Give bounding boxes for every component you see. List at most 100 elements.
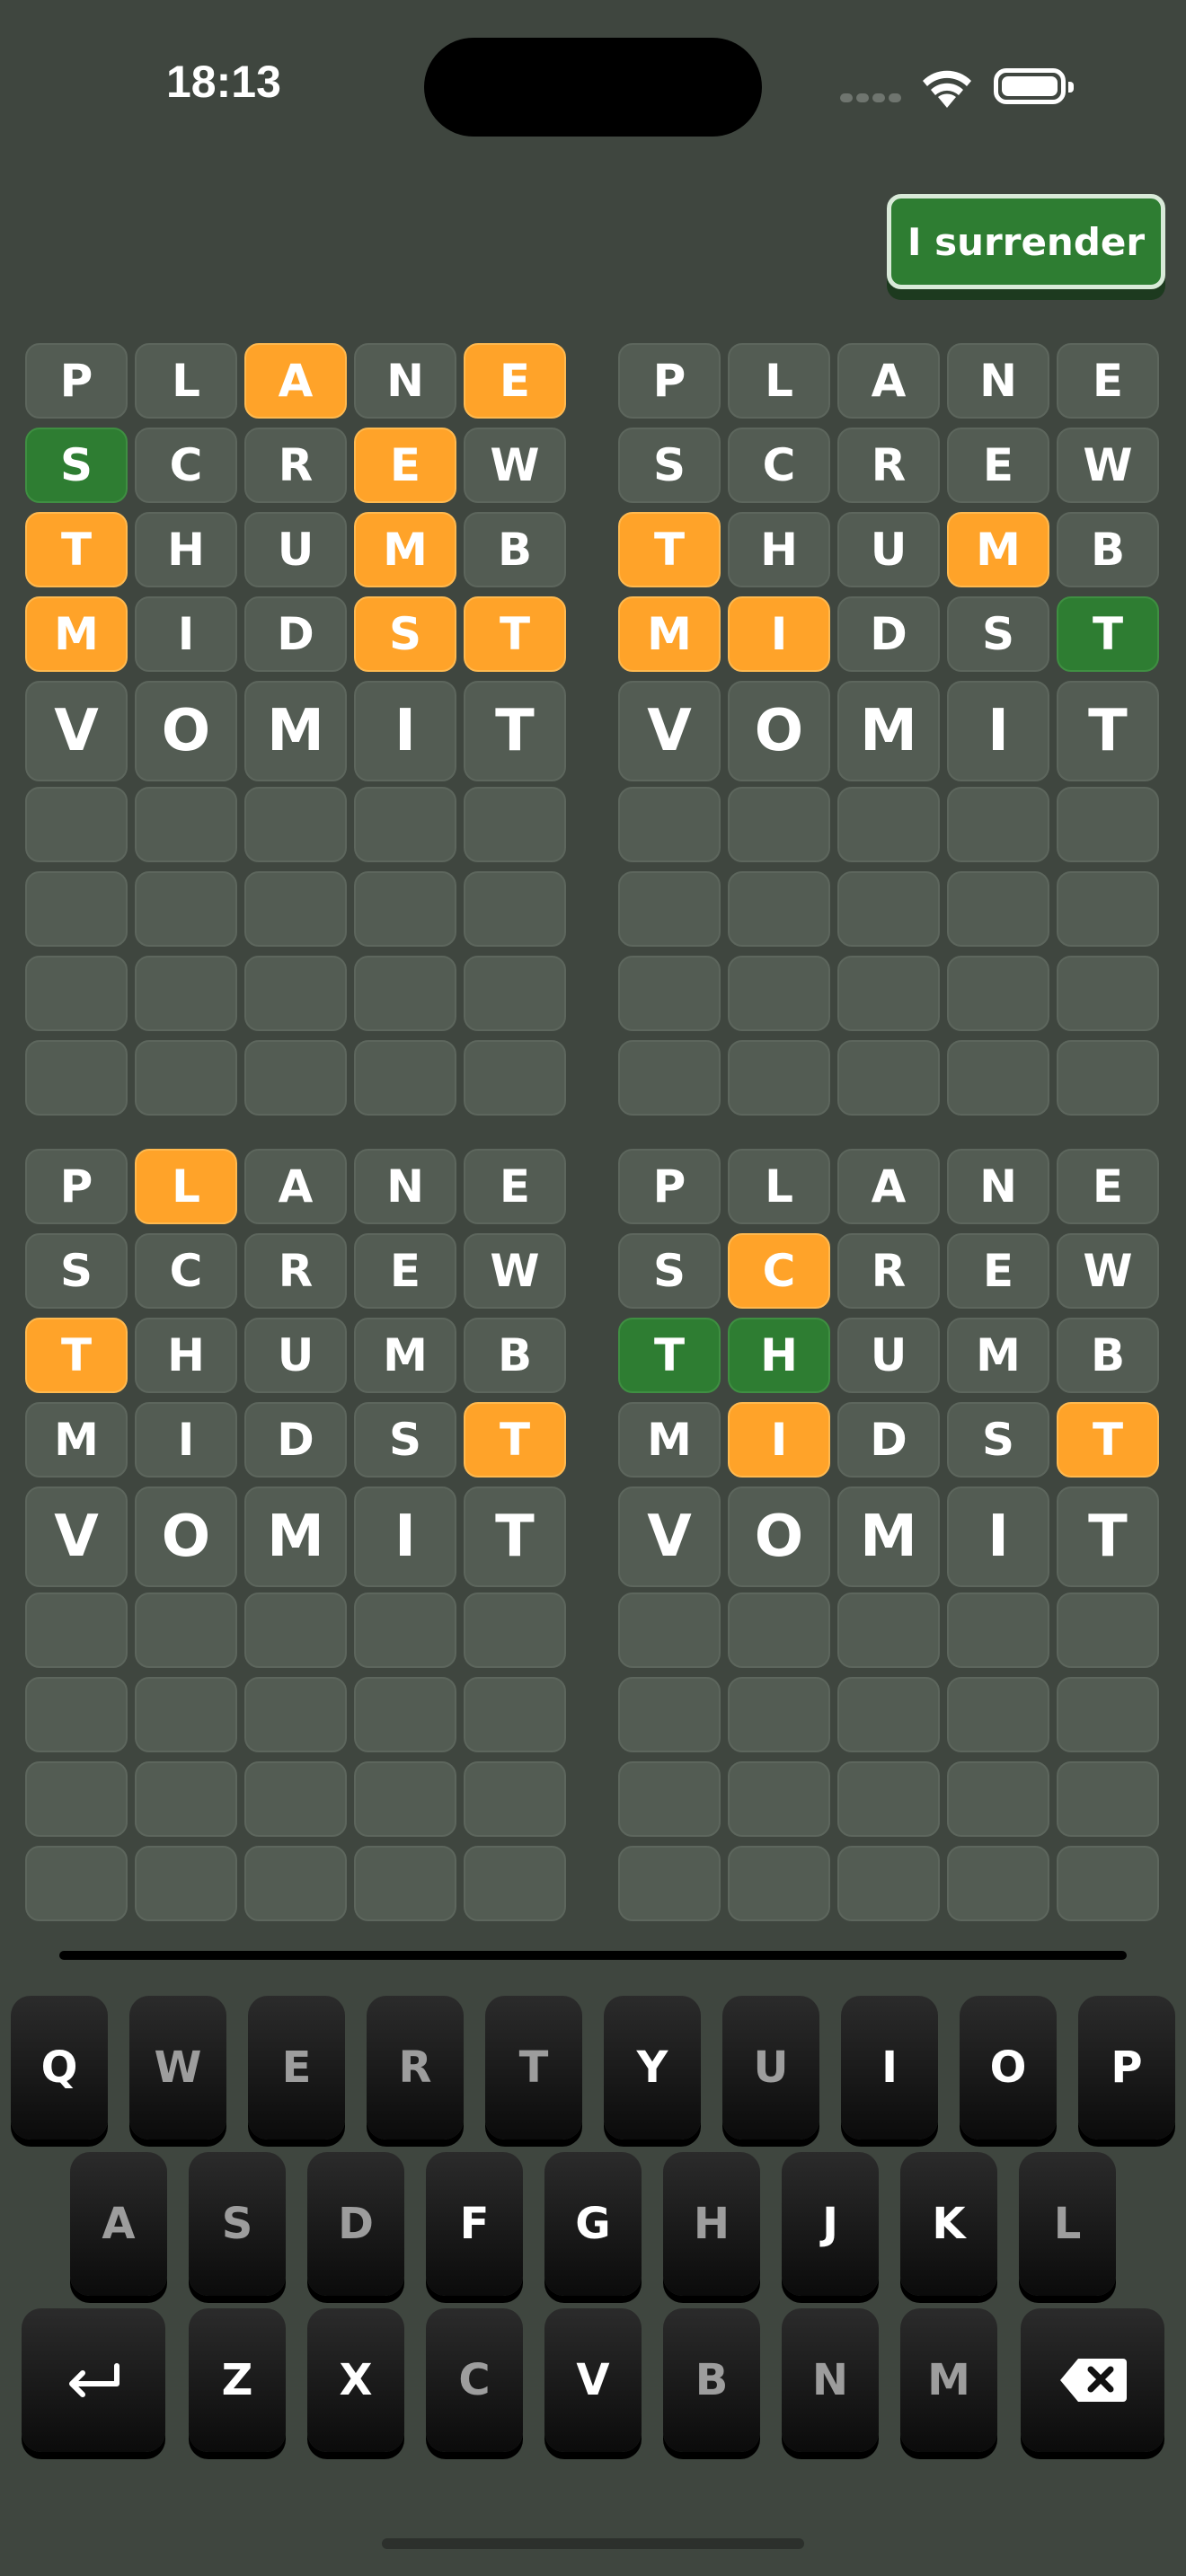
guess-tile: T bbox=[25, 512, 128, 587]
empty-tile bbox=[1057, 1040, 1159, 1116]
empty-tile bbox=[618, 787, 721, 862]
empty-tile bbox=[135, 1677, 237, 1752]
wifi-icon bbox=[923, 70, 971, 108]
empty-tile bbox=[354, 1677, 456, 1752]
key-d[interactable]: D bbox=[307, 2152, 404, 2296]
empty-tile bbox=[464, 1040, 566, 1116]
empty-tile bbox=[1057, 1761, 1159, 1837]
empty-tile bbox=[947, 1677, 1049, 1752]
empty-tile bbox=[837, 956, 940, 1031]
empty-tile bbox=[25, 871, 128, 947]
backspace-key[interactable] bbox=[1021, 2308, 1164, 2452]
empty-tile bbox=[135, 1592, 237, 1668]
empty-tile bbox=[728, 1761, 830, 1837]
key-b[interactable]: B bbox=[663, 2308, 760, 2452]
current-word-tile: V bbox=[618, 681, 721, 781]
battery-icon bbox=[994, 68, 1074, 104]
key-x[interactable]: X bbox=[307, 2308, 404, 2452]
key-z[interactable]: Z bbox=[189, 2308, 286, 2452]
current-word-tile: M bbox=[837, 1486, 940, 1587]
guess-tile: U bbox=[244, 512, 347, 587]
guess-tile: T bbox=[1057, 1402, 1159, 1478]
empty-tile bbox=[947, 1846, 1049, 1921]
empty-tile bbox=[728, 787, 830, 862]
empty-tile bbox=[947, 1040, 1049, 1116]
current-word-tile: V bbox=[25, 681, 128, 781]
key-o[interactable]: O bbox=[960, 1996, 1057, 2139]
key-v[interactable]: V bbox=[544, 2308, 642, 2452]
empty-tile bbox=[25, 1040, 128, 1116]
key-y[interactable]: Y bbox=[604, 1996, 701, 2139]
current-word-tile: M bbox=[837, 681, 940, 781]
key-w[interactable]: W bbox=[129, 1996, 226, 2139]
guess-tile: W bbox=[1057, 1233, 1159, 1309]
guess-tile: P bbox=[25, 1149, 128, 1224]
guess-tile: R bbox=[837, 1233, 940, 1309]
key-u[interactable]: U bbox=[722, 1996, 819, 2139]
guess-tile: W bbox=[1057, 428, 1159, 503]
key-c[interactable]: C bbox=[426, 2308, 523, 2452]
empty-tile bbox=[728, 1677, 830, 1752]
guess-tile: M bbox=[618, 1402, 721, 1478]
key-q[interactable]: Q bbox=[11, 1996, 108, 2139]
key-g[interactable]: G bbox=[544, 2152, 642, 2296]
key-m[interactable]: M bbox=[900, 2308, 997, 2452]
empty-tile bbox=[837, 1592, 940, 1668]
empty-tile bbox=[837, 1761, 940, 1837]
current-word-tile: M bbox=[244, 681, 347, 781]
empty-tile bbox=[464, 787, 566, 862]
key-j[interactable]: J bbox=[782, 2152, 879, 2296]
key-r[interactable]: R bbox=[367, 1996, 464, 2139]
key-f[interactable]: F bbox=[426, 2152, 523, 2296]
guess-tile: H bbox=[135, 512, 237, 587]
guess-tile: W bbox=[464, 428, 566, 503]
guess-tile: D bbox=[837, 596, 940, 672]
empty-tile bbox=[947, 956, 1049, 1031]
key-n[interactable]: N bbox=[782, 2308, 879, 2452]
guess-tile: I bbox=[135, 596, 237, 672]
guess-tile: U bbox=[244, 1318, 347, 1393]
empty-tile bbox=[1057, 1677, 1159, 1752]
key-k[interactable]: K bbox=[900, 2152, 997, 2296]
empty-tile bbox=[947, 871, 1049, 947]
guess-tile: H bbox=[728, 1318, 830, 1393]
guess-tile: U bbox=[837, 1318, 940, 1393]
guess-tile: E bbox=[354, 1233, 456, 1309]
current-word-tile: T bbox=[1057, 681, 1159, 781]
guess-tile: C bbox=[728, 428, 830, 503]
game-board-4: PLANESCREWTHUMBMIDSTVOMIT bbox=[618, 1149, 1159, 1930]
current-word-tile: O bbox=[135, 1486, 237, 1587]
guess-tile: R bbox=[837, 428, 940, 503]
guess-tile: L bbox=[135, 343, 237, 419]
current-word-tile: I bbox=[947, 681, 1049, 781]
key-e[interactable]: E bbox=[248, 1996, 345, 2139]
empty-tile bbox=[244, 1592, 347, 1668]
empty-tile bbox=[354, 871, 456, 947]
guess-tile: D bbox=[837, 1402, 940, 1478]
empty-tile bbox=[135, 1040, 237, 1116]
current-word-tile: I bbox=[947, 1486, 1049, 1587]
key-h[interactable]: H bbox=[663, 2152, 760, 2296]
guess-tile: N bbox=[947, 343, 1049, 419]
backspace-icon bbox=[1060, 2359, 1127, 2402]
surrender-button[interactable]: I surrender bbox=[887, 194, 1165, 289]
key-l[interactable]: L bbox=[1019, 2152, 1116, 2296]
empty-tile bbox=[947, 1761, 1049, 1837]
empty-tile bbox=[354, 956, 456, 1031]
empty-tile bbox=[618, 1592, 721, 1668]
empty-tile bbox=[947, 1592, 1049, 1668]
empty-tile bbox=[135, 1846, 237, 1921]
key-a[interactable]: A bbox=[70, 2152, 167, 2296]
empty-tile bbox=[244, 787, 347, 862]
enter-key[interactable] bbox=[22, 2308, 165, 2452]
guess-tile: S bbox=[618, 1233, 721, 1309]
empty-tile bbox=[1057, 871, 1159, 947]
guess-tile: T bbox=[464, 1402, 566, 1478]
key-t[interactable]: T bbox=[485, 1996, 582, 2139]
empty-tile bbox=[618, 871, 721, 947]
key-p[interactable]: P bbox=[1078, 1996, 1175, 2139]
guess-tile: N bbox=[354, 1149, 456, 1224]
guess-tile: S bbox=[618, 428, 721, 503]
key-s[interactable]: S bbox=[189, 2152, 286, 2296]
key-i[interactable]: I bbox=[841, 1996, 938, 2139]
